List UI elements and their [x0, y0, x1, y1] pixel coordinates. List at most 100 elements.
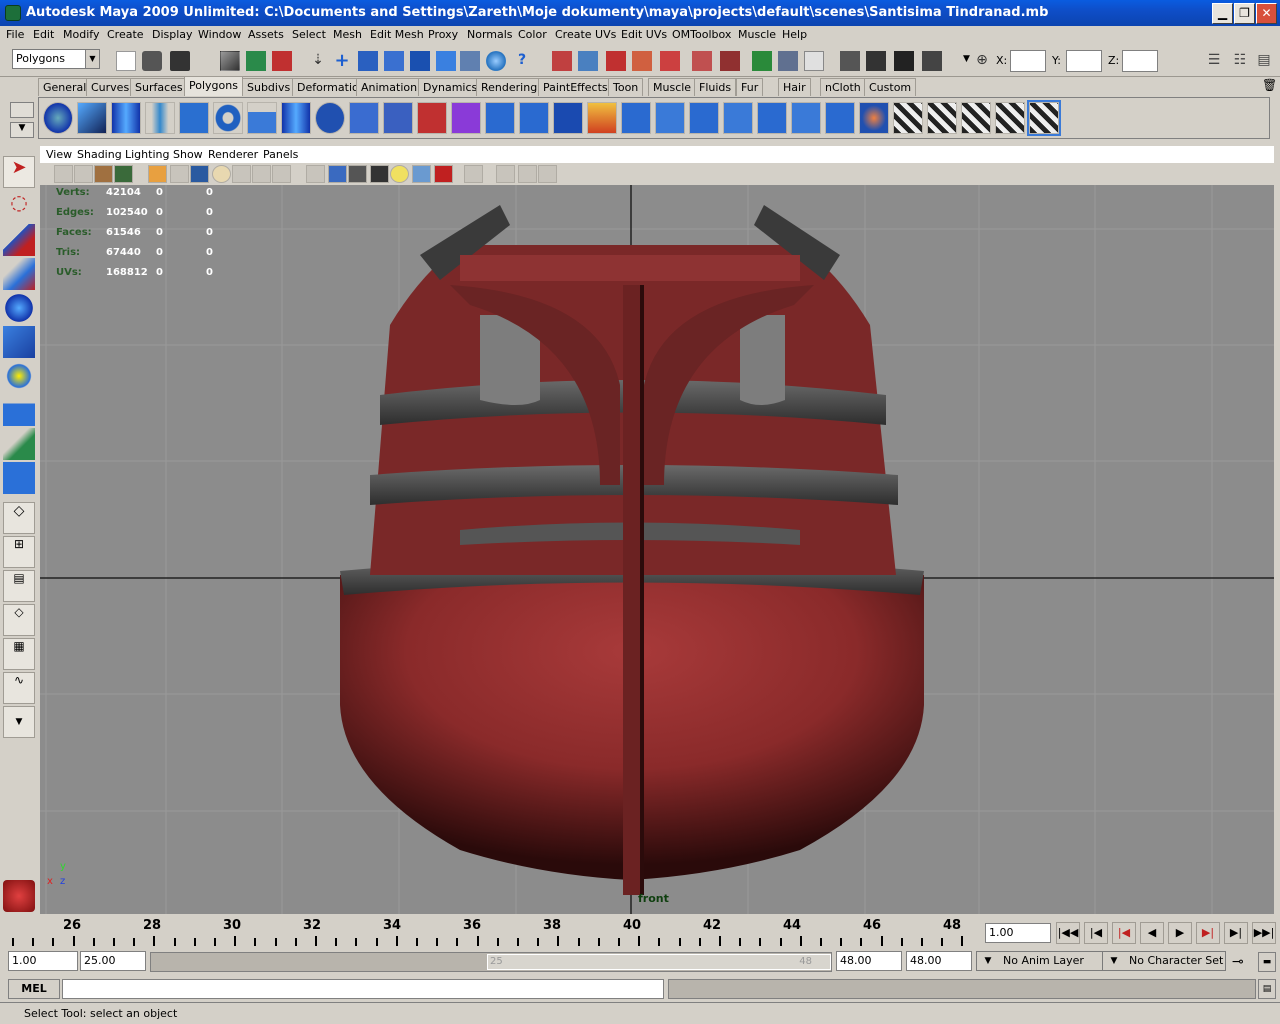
high-quality-icon[interactable] [434, 165, 453, 183]
menu-normals[interactable]: Normals [467, 28, 513, 41]
soft-modification-icon[interactable] [3, 394, 35, 426]
tab-surfaces[interactable]: Surfaces [130, 78, 188, 96]
snap-curve-icon[interactable] [358, 51, 378, 71]
playback-end-field[interactable]: 48.00 [836, 951, 902, 971]
panel-menu-panels[interactable]: Panels [263, 148, 298, 161]
tab-polygons[interactable]: Polygons [184, 76, 243, 96]
play-backwards-icon[interactable]: ◀ [1140, 922, 1164, 944]
menuset-dropdown[interactable]: Polygons ▼ [12, 49, 100, 69]
menu-file[interactable]: File [6, 28, 24, 41]
wedge-icon[interactable] [825, 102, 855, 134]
magnet-icon[interactable] [660, 51, 680, 71]
minimize-button[interactable]: ▁ [1212, 3, 1233, 24]
menu-assets[interactable]: Assets [248, 28, 284, 41]
menu-select[interactable]: Select [292, 28, 326, 41]
wireframe-on-shaded-icon[interactable] [348, 165, 367, 183]
panel-menu-renderer[interactable]: Renderer [208, 148, 258, 161]
combine-icon[interactable] [349, 102, 379, 134]
save-scene-icon[interactable] [170, 51, 190, 71]
poly-cylinder-icon[interactable] [111, 102, 141, 134]
select-component-icon[interactable] [272, 51, 292, 71]
tab-general[interactable]: General [38, 78, 92, 96]
tab-animation[interactable]: Animation [356, 78, 423, 96]
z-field[interactable] [1122, 50, 1158, 72]
scale-tool-icon[interactable] [3, 326, 35, 358]
viewport-front[interactable]: y x z Verts: 42104 0 0 Edges: 102540 0 0… [40, 185, 1274, 914]
separate-icon[interactable] [383, 102, 413, 134]
sculpt-icon[interactable] [859, 102, 889, 134]
ipr-render-icon[interactable] [606, 51, 626, 71]
render-settings-icon[interactable] [632, 51, 652, 71]
make-live-icon[interactable] [436, 51, 456, 71]
channel-box-icon[interactable] [804, 51, 824, 71]
hypershade-icon[interactable] [752, 51, 772, 71]
animation-prefs-icon[interactable]: ▬ [1258, 952, 1276, 972]
render-region-icon[interactable] [866, 51, 886, 71]
poly-prism-icon[interactable] [247, 102, 277, 134]
construction-history-icon[interactable] [552, 51, 572, 71]
lock-selection-icon[interactable]: ⇣ [308, 51, 328, 71]
backface-icon[interactable] [538, 165, 557, 183]
tab-rendering[interactable]: Rendering [476, 78, 543, 96]
menu-mesh[interactable]: Mesh [333, 28, 362, 41]
merge-icon[interactable] [723, 102, 753, 134]
textured-icon[interactable] [370, 165, 389, 183]
menu-create[interactable]: Create [107, 28, 144, 41]
clapboard-icon[interactable] [840, 51, 860, 71]
help-icon[interactable]: ? [512, 51, 532, 71]
film-gate-icon[interactable] [170, 165, 189, 183]
menu-omtoolbox[interactable]: OMToolbox [672, 28, 731, 41]
range-slider-handle[interactable]: 25 48 [487, 954, 831, 970]
poly-helix-icon[interactable] [315, 102, 345, 134]
layout-hypershade-icon[interactable]: ▦ [3, 638, 35, 670]
poly-sphere-icon[interactable] [43, 102, 73, 134]
camera-attributes-icon[interactable] [74, 165, 93, 183]
show-attribute-editor-icon[interactable]: ☰ [1204, 51, 1224, 71]
script-editor-icon[interactable]: ▤ [1258, 979, 1276, 999]
uv-cylindrical-icon[interactable] [927, 102, 957, 134]
history-icon[interactable] [460, 51, 480, 71]
move-tool-icon[interactable] [3, 258, 35, 290]
split-polygon-icon[interactable] [519, 102, 549, 134]
anim-layer-dropdown[interactable]: ▼ No Anim Layer [976, 951, 1122, 971]
poly-pipe-icon[interactable] [281, 102, 311, 134]
tab-painteffects[interactable]: PaintEffects [538, 78, 613, 96]
snap-point-icon[interactable] [384, 51, 404, 71]
wireframe-icon[interactable] [306, 165, 325, 183]
menu-edit-uvs[interactable]: Edit UVs [621, 28, 667, 41]
command-input[interactable] [62, 979, 664, 999]
restore-button[interactable]: ❐ [1234, 3, 1255, 24]
layout-single-icon[interactable]: ◇ [3, 502, 35, 534]
select-hierarchy-icon[interactable] [220, 51, 240, 71]
menu-edit[interactable]: Edit [33, 28, 54, 41]
menu-muscle[interactable]: Muscle [738, 28, 776, 41]
show-tool-settings-icon[interactable]: ☷ [1230, 51, 1250, 71]
absolute-transform-icon[interactable]: ⊕ [972, 51, 992, 71]
menu-help[interactable]: Help [782, 28, 807, 41]
show-channel-box-icon[interactable]: ▤ [1254, 51, 1274, 71]
menu-window[interactable]: Window [198, 28, 241, 41]
show-manipulator-icon[interactable] [3, 428, 35, 460]
go-to-end-icon[interactable]: ▶▶| [1252, 922, 1276, 944]
layout-options-chevron-down-icon[interactable]: ▼ [3, 706, 35, 738]
xray-joints-icon[interactable] [518, 165, 537, 183]
tab-toon[interactable]: Toon [608, 78, 644, 96]
trash-icon[interactable]: 🗑 [1262, 78, 1277, 92]
y-field[interactable] [1066, 50, 1102, 72]
panel-menu-shading[interactable]: Shading [77, 148, 122, 161]
input-ops-icon[interactable] [486, 51, 506, 71]
grid-icon[interactable] [148, 165, 167, 183]
tab-dynamics[interactable]: Dynamics [418, 78, 483, 96]
menu-display[interactable]: Display [152, 28, 193, 41]
smooth-shade-icon[interactable] [328, 165, 347, 183]
script-language-button[interactable]: MEL [8, 979, 60, 999]
menu-proxy[interactable]: Proxy [428, 28, 458, 41]
step-forward-frame-icon[interactable]: ▶| [1224, 922, 1248, 944]
shadows-icon[interactable] [412, 165, 431, 183]
safe-action-icon[interactable] [252, 165, 271, 183]
insert-edge-loop-icon[interactable] [621, 102, 651, 134]
lasso-tool-icon[interactable]: ◌ [3, 190, 35, 222]
character-set-dropdown[interactable]: ▼ No Character Set [1102, 951, 1226, 971]
snap-view-plane-icon[interactable] [410, 51, 430, 71]
xray-icon[interactable] [496, 165, 515, 183]
